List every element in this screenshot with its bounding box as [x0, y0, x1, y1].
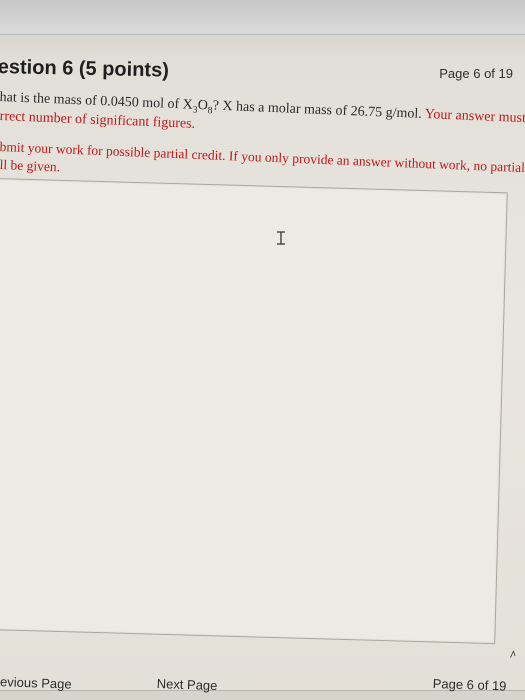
scroll-handle-icon[interactable]: ⩘ — [507, 647, 517, 661]
quiz-screen: Page 6 of 19 estion 6 (5 points) hat is … — [0, 0, 525, 700]
question-title: estion 6 (5 points) — [0, 56, 170, 82]
i-beam-cursor-icon — [277, 231, 285, 245]
next-page-button[interactable]: Next Page — [156, 676, 217, 693]
answer-textarea[interactable] — [0, 178, 508, 645]
requirement-text: Your answer must have the — [424, 107, 525, 128]
page-indicator-top: Page 6 of 19 — [439, 66, 513, 81]
instructions-line1: bmit your work for possible partial cred… — [0, 139, 525, 177]
top-toolbar — [0, 0, 525, 35]
previous-page-button[interactable]: revious Page — [0, 674, 72, 692]
instructions-line2: ll be given. — [0, 157, 61, 175]
question-text-suffix: ? X has a molar mass of 26.75 g/mol. — [212, 98, 423, 122]
page-indicator-bottom: Page 6 of 19 — [432, 676, 507, 694]
